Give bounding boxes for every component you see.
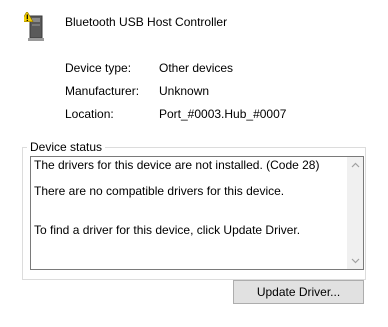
status-line-instructions: To find a driver for this device, click … [34, 223, 301, 237]
usb-device-warning-icon [20, 10, 48, 42]
manufacturer-label: Manufacturer: [65, 84, 140, 98]
update-driver-button[interactable]: Update Driver... [233, 280, 364, 304]
scroll-up-arrow-icon[interactable] [347, 157, 363, 173]
location-value: Port_#0003.Hub_#0007 [159, 107, 287, 121]
device-status-title: Device status [27, 140, 106, 154]
device-type-label: Device type: [65, 61, 132, 75]
device-type-value: Other devices [159, 61, 234, 75]
status-line-code: The drivers for this device are not inst… [34, 158, 320, 172]
location-label: Location: [65, 107, 114, 121]
vertical-scrollbar[interactable] [347, 157, 363, 269]
device-status-textbox[interactable]: The drivers for this device are not inst… [30, 156, 364, 270]
status-line-no-drivers: There are no compatible drivers for this… [34, 184, 285, 198]
device-name: Bluetooth USB Host Controller [65, 15, 228, 29]
scroll-down-arrow-icon[interactable] [347, 253, 363, 269]
device-status-text: The drivers for this device are not inst… [34, 159, 344, 237]
manufacturer-value: Unknown [159, 84, 210, 98]
